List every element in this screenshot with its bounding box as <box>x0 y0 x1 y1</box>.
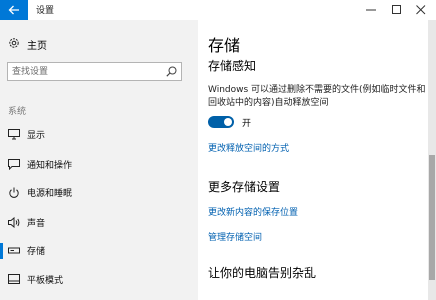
maximize-button[interactable] <box>384 0 410 20</box>
change-save-location-link[interactable]: 更改新内容的保存位置 <box>208 205 298 218</box>
minimize-button[interactable] <box>358 0 384 20</box>
more-storage-settings-heading: 更多存储设置 <box>208 180 281 194</box>
scrollbar-thumb[interactable] <box>429 155 435 280</box>
manage-storage-spaces-link[interactable]: 管理存储空间 <box>208 230 262 243</box>
home-label: 主页 <box>27 41 47 52</box>
gear-icon <box>9 38 19 48</box>
storage-sense-heading: 存储感知 <box>208 59 257 73</box>
sidebar-item-label: 电源和睡眠 <box>27 189 73 199</box>
page-title: 存储 <box>208 36 241 55</box>
change-free-space-link[interactable]: 更改释放空间的方式 <box>208 141 289 154</box>
section-label-system: 系统 <box>8 107 27 117</box>
sidebar-item-label: 存储 <box>27 247 46 257</box>
minimize-icon <box>366 9 376 11</box>
sidebar: 主页 系统 显示 通知和操作 电源和睡眠 声音 <box>0 20 198 300</box>
notification-icon <box>8 159 20 170</box>
toggle-state-label: 开 <box>242 119 252 129</box>
sidebar-item-notifications[interactable]: 通知和操作 <box>0 153 198 177</box>
declutter-heading: 让你的电脑告别杂乱 <box>208 266 317 280</box>
storage-sense-toggle[interactable] <box>208 116 234 128</box>
search-box <box>7 62 182 81</box>
close-button[interactable] <box>408 0 434 20</box>
toggle-knob <box>224 118 232 126</box>
close-icon <box>416 5 426 15</box>
selection-indicator <box>0 243 3 259</box>
storage-icon <box>8 247 20 254</box>
search-icon[interactable] <box>166 66 177 77</box>
tablet-icon <box>8 274 20 284</box>
sidebar-item-display[interactable]: 显示 <box>0 123 198 147</box>
sidebar-item-label: 通知和操作 <box>27 161 73 171</box>
speaker-icon <box>8 217 20 228</box>
main-content: 存储 存储感知 Windows 可以通过删除不需要的文件(例如临时文件和回收站中… <box>198 20 436 300</box>
power-icon <box>9 187 19 198</box>
sidebar-item-sound[interactable]: 声音 <box>0 211 198 235</box>
maximize-icon <box>392 5 401 14</box>
back-arrow-icon <box>8 5 19 15</box>
title-bar: 设置 <box>0 0 436 20</box>
sidebar-item-label: 声音 <box>27 219 46 229</box>
search-input[interactable] <box>12 65 162 78</box>
sidebar-item-power-sleep[interactable]: 电源和睡眠 <box>0 181 198 205</box>
display-icon <box>8 129 20 140</box>
sidebar-item-label: 平板模式 <box>27 276 64 286</box>
sidebar-item-storage[interactable]: 存储 <box>0 239 198 263</box>
back-button[interactable] <box>0 0 28 20</box>
home-link[interactable]: 主页 <box>0 34 198 54</box>
storage-sense-description: Windows 可以通过删除不需要的文件(例如临时文件和回收站中的内容)自动释放… <box>208 85 426 108</box>
sidebar-item-tablet-mode[interactable]: 平板模式 <box>0 268 198 292</box>
sidebar-item-label: 显示 <box>27 131 46 141</box>
window-title: 设置 <box>36 6 55 16</box>
scrollbar[interactable] <box>428 20 436 300</box>
